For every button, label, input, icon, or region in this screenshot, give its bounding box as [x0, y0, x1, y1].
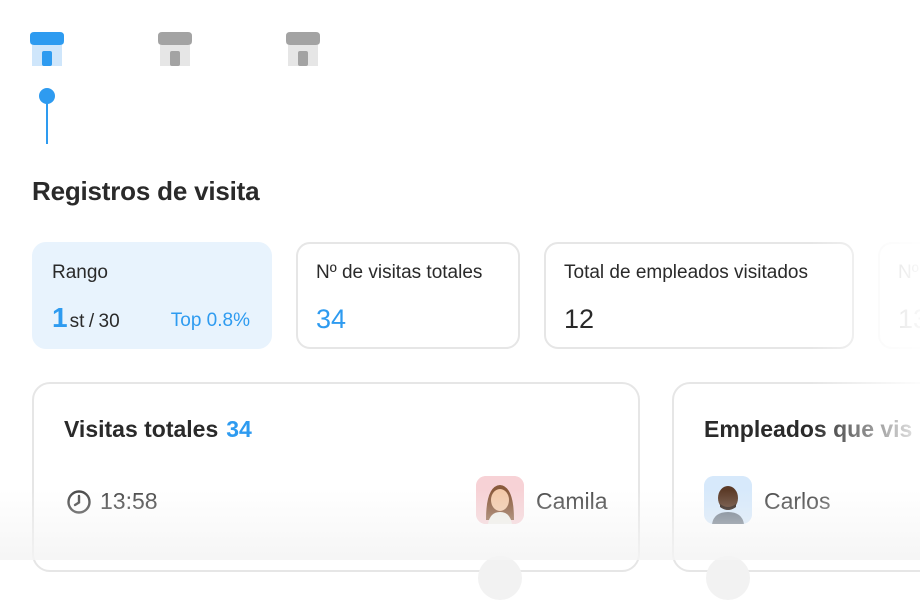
rank-card[interactable]: Rango 1st / 30 Top 0.8%: [32, 242, 272, 349]
employees-visited-card[interactable]: Total de empleados visitados 12: [544, 242, 854, 349]
clock-icon: [67, 489, 91, 514]
employees-visited-value: 12: [564, 304, 595, 334]
visits-panel: Visitas totales 34 13:58 Camila: [32, 382, 640, 600]
timeline-line: [46, 100, 48, 144]
total-visits-card[interactable]: Nº de visitas totales 34: [296, 242, 520, 349]
employee-name: Carlos: [764, 488, 831, 514]
avatar: [478, 556, 522, 600]
rank-label: Rango: [52, 262, 108, 283]
top-percentage: Top 0.8%: [170, 310, 250, 331]
total-visits-value: 34: [316, 304, 347, 334]
rank-total: 30: [98, 311, 120, 332]
store-icon-active[interactable]: [28, 30, 66, 66]
store-icon[interactable]: [156, 30, 194, 66]
visit-time: 13:58: [66, 488, 158, 515]
rank-suffix: st: [69, 311, 85, 332]
visit-time-text: 13:58: [100, 488, 158, 514]
employees-panel: Empleados que vis Carlos: [672, 382, 920, 600]
total-visits-label: Nº de visitas totales: [316, 262, 483, 283]
store-icon[interactable]: [284, 30, 322, 66]
visits-count: 34: [226, 416, 252, 442]
visitor-name: Camila: [536, 488, 608, 514]
employees-panel-title: Empleados que vis: [704, 416, 913, 442]
employees-visited-label: Total de empleados visitados: [564, 262, 808, 283]
partial-stat-card[interactable]: Nº 13: [878, 242, 920, 349]
avatar: [476, 476, 524, 524]
rank-value: 1st / 30: [52, 302, 120, 334]
partial-stat-label: Nº: [898, 262, 919, 283]
avatar: [704, 476, 752, 524]
partial-stat-value: 13: [898, 304, 920, 334]
rank-number: 1: [52, 302, 68, 333]
visits-panel-title: Visitas totales 34: [64, 416, 252, 443]
page-title: Registros de visita: [32, 176, 260, 206]
visits-title-text: Visitas totales: [64, 416, 219, 442]
rank-separator: /: [88, 311, 95, 332]
avatar: [706, 556, 750, 600]
